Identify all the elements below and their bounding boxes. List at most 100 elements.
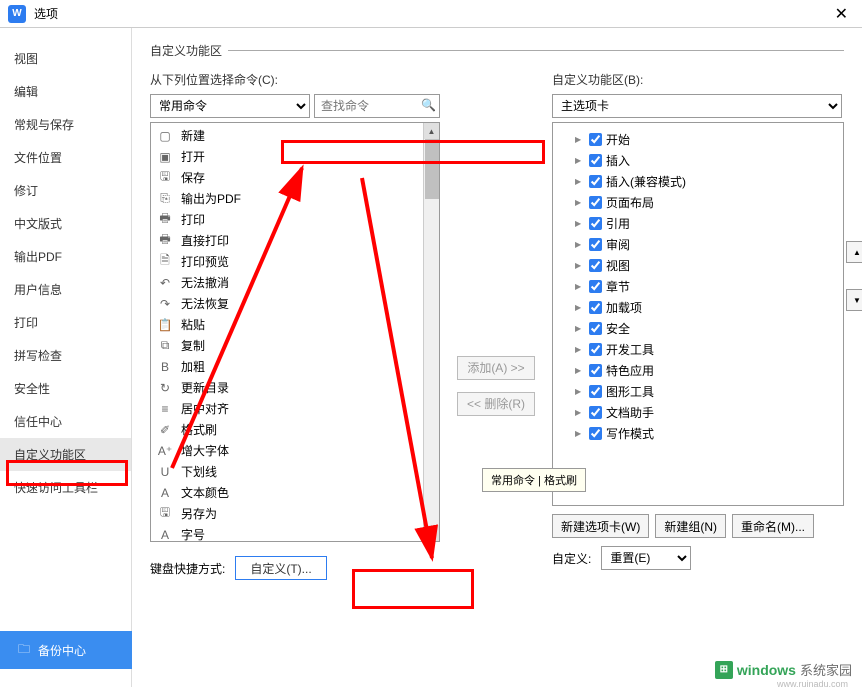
- list-item[interactable]: ↻更新目录: [151, 377, 439, 398]
- tree-checkbox[interactable]: [589, 385, 602, 398]
- expand-icon[interactable]: ▶: [575, 135, 585, 144]
- list-item[interactable]: 🖫另存为▶: [151, 503, 439, 524]
- sidebar-item[interactable]: 输出PDF: [0, 240, 131, 273]
- tree-row[interactable]: ▶安全: [557, 318, 839, 339]
- list-item[interactable]: B加粗: [151, 356, 439, 377]
- tree-row[interactable]: ▶图形工具: [557, 381, 839, 402]
- tree-checkbox[interactable]: [589, 238, 602, 251]
- tree-checkbox[interactable]: [589, 175, 602, 188]
- tree-row[interactable]: ▶文档助手: [557, 402, 839, 423]
- rename-button[interactable]: 重命名(M)...: [732, 514, 814, 538]
- list-item[interactable]: A文本颜色▶: [151, 482, 439, 503]
- tree-row[interactable]: ▶审阅: [557, 234, 839, 255]
- list-item[interactable]: ↷无法恢复: [151, 293, 439, 314]
- new-tab-button[interactable]: 新建选项卡(W): [552, 514, 649, 538]
- tree-checkbox[interactable]: [589, 133, 602, 146]
- tree-row[interactable]: ▶ 特色应用: [557, 360, 839, 381]
- sidebar-item[interactable]: 自定义功能区: [0, 438, 131, 471]
- tree-checkbox[interactable]: [589, 427, 602, 440]
- scroll-down-icon[interactable]: ▼: [424, 525, 439, 541]
- sidebar-item[interactable]: 安全性: [0, 372, 131, 405]
- expand-icon[interactable]: ▶: [575, 156, 585, 165]
- add-button[interactable]: 添加(A) >>: [457, 356, 535, 380]
- list-item[interactable]: A字号▶: [151, 524, 439, 542]
- list-item[interactable]: ▣打开: [151, 146, 439, 167]
- list-item[interactable]: ≡居中对齐: [151, 398, 439, 419]
- sidebar-item[interactable]: 中文版式: [0, 207, 131, 240]
- sidebar-item[interactable]: 编辑: [0, 75, 131, 108]
- tree-row[interactable]: ▶插入: [557, 150, 839, 171]
- expand-icon[interactable]: ▶: [575, 366, 585, 375]
- list-item[interactable]: ↶无法撤消▶: [151, 272, 439, 293]
- kbd-customize-button[interactable]: 自定义(T)...: [235, 556, 326, 580]
- tree-row[interactable]: ▶插入(兼容模式): [557, 171, 839, 192]
- move-down-button[interactable]: ▼: [846, 289, 862, 311]
- commands-source-select[interactable]: 常用命令: [150, 94, 310, 118]
- close-icon[interactable]: ✕: [829, 2, 854, 26]
- list-item[interactable]: ✐格式刷▶: [151, 419, 439, 440]
- sidebar-item[interactable]: 打印: [0, 306, 131, 339]
- list-item[interactable]: ▢新建: [151, 125, 439, 146]
- tree-checkbox[interactable]: [589, 322, 602, 335]
- list-item[interactable]: A⁺增大字体: [151, 440, 439, 461]
- sidebar-item[interactable]: 文件位置: [0, 141, 131, 174]
- list-item[interactable]: ⧉复制: [151, 335, 439, 356]
- list-item[interactable]: 🗎打印预览: [151, 251, 439, 272]
- tree-row[interactable]: ▶视图: [557, 255, 839, 276]
- expand-icon[interactable]: ▶: [575, 261, 585, 270]
- sidebar-item[interactable]: 用户信息: [0, 273, 131, 306]
- new-group-button[interactable]: 新建组(N): [655, 514, 726, 538]
- expand-icon[interactable]: ▶: [575, 198, 585, 207]
- list-item[interactable]: ⎘输出为PDF: [151, 188, 439, 209]
- tree-row[interactable]: ▶页面布局: [557, 192, 839, 213]
- tree-checkbox[interactable]: [589, 154, 602, 167]
- sidebar-item[interactable]: 常规与保存: [0, 108, 131, 141]
- tree-checkbox[interactable]: [589, 343, 602, 356]
- sidebar-item[interactable]: 拼写检查: [0, 339, 131, 372]
- tree-row[interactable]: ▶开发工具: [557, 339, 839, 360]
- tree-checkbox[interactable]: [589, 259, 602, 272]
- list-item[interactable]: 📋粘贴: [151, 314, 439, 335]
- expand-icon[interactable]: ▶: [575, 408, 585, 417]
- tree-checkbox[interactable]: [589, 196, 602, 209]
- tree-checkbox[interactable]: [589, 301, 602, 314]
- expand-icon[interactable]: ▶: [575, 324, 585, 333]
- tree-checkbox[interactable]: [589, 280, 602, 293]
- tree-row[interactable]: ▶写作模式: [557, 423, 839, 444]
- scroll-up-icon[interactable]: ▲: [424, 123, 439, 139]
- expand-icon[interactable]: ▶: [575, 282, 585, 291]
- list-item[interactable]: 🖫保存: [151, 167, 439, 188]
- expand-icon[interactable]: ▶: [575, 219, 585, 228]
- expand-icon[interactable]: ▶: [575, 303, 585, 312]
- tree-row[interactable]: ▶开始: [557, 129, 839, 150]
- sidebar-item[interactable]: 快速访问工具栏: [0, 471, 131, 504]
- scroll-thumb[interactable]: [425, 139, 439, 199]
- remove-button[interactable]: << 删除(R): [457, 392, 535, 416]
- sidebar-item[interactable]: 视图: [0, 42, 131, 75]
- tree-checkbox[interactable]: [589, 364, 602, 377]
- expand-icon[interactable]: ▶: [575, 345, 585, 354]
- backup-center-button[interactable]: 🗀 备份中心: [0, 631, 132, 669]
- ribbon-tree[interactable]: ▶开始▶插入▶插入(兼容模式)▶页面布局▶引用▶审阅▶视图▶章节▶加载项▶安全▶…: [552, 122, 844, 506]
- scrollbar[interactable]: ▲ ▼: [423, 123, 439, 541]
- reset-select[interactable]: 重置(E): [601, 546, 691, 570]
- tree-checkbox[interactable]: [589, 217, 602, 230]
- expand-icon[interactable]: ▶: [575, 429, 585, 438]
- list-item[interactable]: 🖶打印: [151, 209, 439, 230]
- ribbon-target-select[interactable]: 主选项卡: [552, 94, 842, 118]
- list-item[interactable]: U下划线▶: [151, 461, 439, 482]
- tree-checkbox[interactable]: [589, 406, 602, 419]
- sidebar-item[interactable]: 信任中心: [0, 405, 131, 438]
- tree-label: 特色应用: [606, 362, 654, 379]
- tree-row[interactable]: ▶加载项: [557, 297, 839, 318]
- list-item[interactable]: 🖶直接打印: [151, 230, 439, 251]
- commands-listbox[interactable]: ▢新建▣打开🖫保存⎘输出为PDF🖶打印🖶直接打印🗎打印预览↶无法撤消▶↷无法恢复…: [150, 122, 440, 542]
- tree-row[interactable]: ▶引用: [557, 213, 839, 234]
- expand-icon[interactable]: ▶: [575, 387, 585, 396]
- expand-icon[interactable]: ▶: [575, 240, 585, 249]
- expand-icon[interactable]: ▶: [575, 177, 585, 186]
- tree-row[interactable]: ▶章节: [557, 276, 839, 297]
- search-icon[interactable]: 🔍: [421, 98, 436, 112]
- move-up-button[interactable]: ▲: [846, 241, 862, 263]
- sidebar-item[interactable]: 修订: [0, 174, 131, 207]
